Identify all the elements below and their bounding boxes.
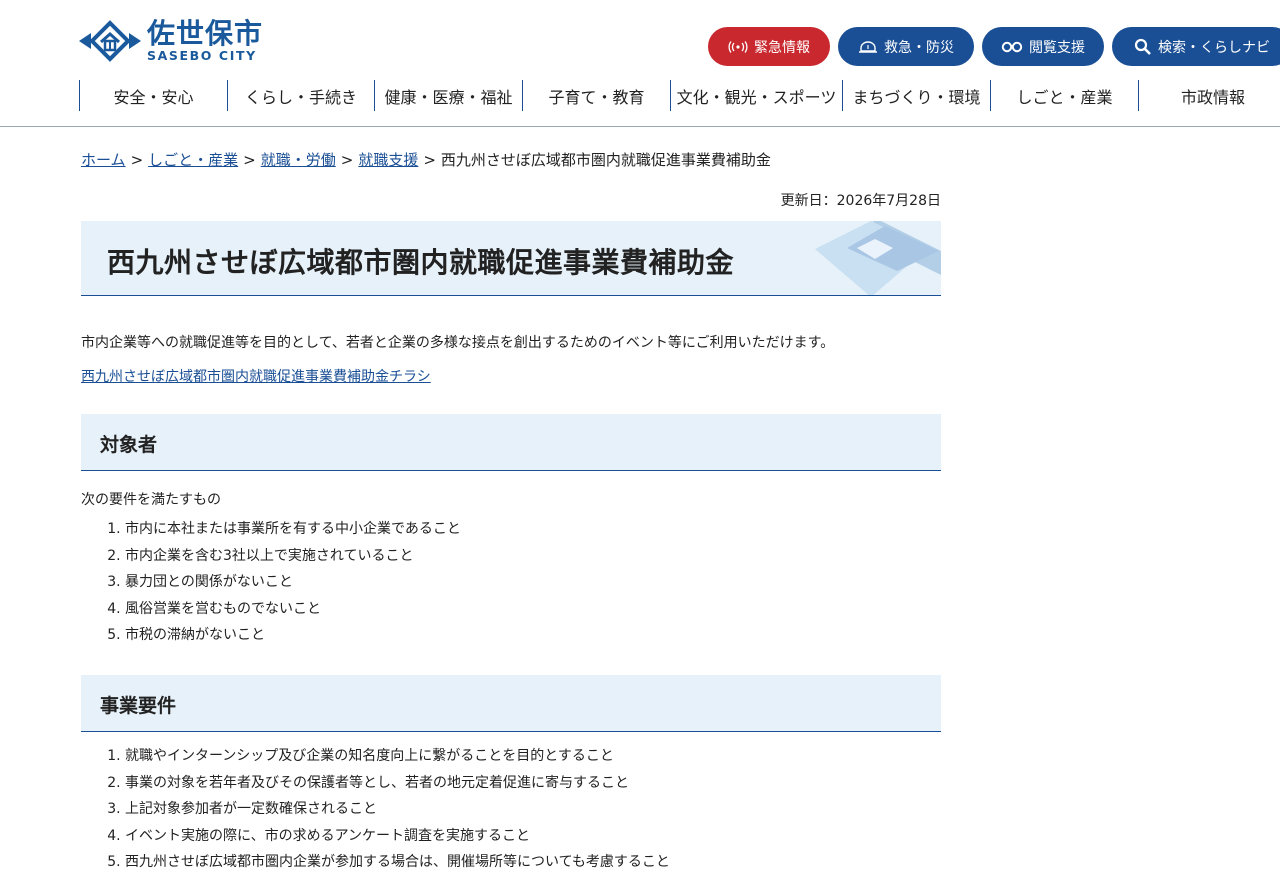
nav-item-culture[interactable]: 文化・観光・スポーツ bbox=[670, 80, 842, 111]
glasses-icon bbox=[1001, 41, 1023, 52]
global-navigation: 安全・安心 くらし・手続き 健康・医療・福祉 子育て・教育 文化・観光・スポーツ… bbox=[79, 80, 1280, 111]
site-logo[interactable]: 佐世保市 SASEBO CITY bbox=[77, 20, 263, 63]
list-item: イベント実施の際に、市の求めるアンケート調査を実施すること bbox=[125, 823, 670, 850]
logo-text: 佐世保市 SASEBO CITY bbox=[147, 20, 263, 63]
siren-icon bbox=[859, 40, 877, 53]
breadcrumb-job-support-link[interactable]: 就職支援 bbox=[358, 151, 418, 169]
list-item: 風俗営業を営むものでないこと bbox=[125, 596, 461, 623]
emergency-info-label: 緊急情報 bbox=[754, 39, 810, 56]
list-item: 就職やインターンシップ及び企業の知名度向上に繋がることを目的とすること bbox=[125, 743, 670, 770]
breadcrumb-work-link[interactable]: しごと・産業 bbox=[148, 151, 238, 169]
accessibility-support-button[interactable]: 閲覧支援 bbox=[982, 27, 1104, 66]
nav-item-city-admin[interactable]: 市政情報 bbox=[1138, 80, 1280, 111]
breadcrumb-separator: > bbox=[423, 151, 436, 169]
section-heading-target: 対象者 bbox=[100, 434, 158, 456]
breadcrumb-separator: > bbox=[243, 151, 256, 169]
emergency-disaster-label: 救急・防災 bbox=[884, 39, 954, 56]
list-item: 事業の対象を若年者及びその保護者等とし、若者の地元定着促進に寄与すること bbox=[125, 770, 670, 797]
list-item: 暴力団との関係がないこと bbox=[125, 569, 461, 596]
page-title-box: 西九州させぼ広域都市圏内就職促進事業費補助金 bbox=[81, 221, 941, 296]
breadcrumb-separator: > bbox=[340, 151, 354, 169]
nav-item-town[interactable]: まちづくり・環境 bbox=[842, 80, 990, 111]
section-heading-box: 対象者 bbox=[81, 414, 941, 471]
list-item: 西九州させぼ広域都市圏内企業が参加する場合は、開催場所等についても考慮すること bbox=[125, 849, 670, 876]
utility-buttons: 緊急情報 救急・防災 閲覧支援 検索・くらしナビ bbox=[708, 27, 1280, 66]
nav-item-childcare[interactable]: 子育て・教育 bbox=[522, 80, 670, 111]
target-intro-text: 次の要件を満たすもの bbox=[81, 492, 221, 508]
nav-item-safety[interactable]: 安全・安心 bbox=[79, 80, 227, 111]
logo-english-name: SASEBO CITY bbox=[147, 48, 257, 63]
nav-item-work[interactable]: しごと・産業 bbox=[990, 80, 1138, 111]
section-heading-requirements: 事業要件 bbox=[100, 695, 177, 717]
accessibility-support-label: 閲覧支援 bbox=[1029, 39, 1085, 56]
page-title: 西九州させぼ広域都市圏内就職促進事業費補助金 bbox=[107, 246, 735, 279]
search-icon bbox=[1134, 38, 1151, 55]
list-item: 市税の滞納がないこと bbox=[125, 622, 461, 649]
breadcrumb-employment-link[interactable]: 就職・労働 bbox=[261, 151, 336, 169]
business-requirements-list: 就職やインターンシップ及び企業の知名度向上に繋がることを目的とすること 事業の対… bbox=[81, 743, 670, 876]
emergency-info-button[interactable]: 緊急情報 bbox=[708, 27, 830, 66]
nav-item-health[interactable]: 健康・医療・福祉 bbox=[374, 80, 522, 111]
search-navi-button[interactable]: 検索・くらしナビ bbox=[1112, 27, 1280, 66]
breadcrumb-separator: > bbox=[130, 151, 144, 169]
city-emblem-icon bbox=[79, 20, 141, 63]
target-requirements-list: 市内に本社または事業所を有する中小企業であること 市内企業を含む3社以上で実施さ… bbox=[81, 516, 461, 649]
breadcrumb-home-link[interactable]: ホーム bbox=[81, 151, 126, 169]
updated-date: 更新日：2026年7月28日 bbox=[780, 193, 941, 209]
logo-japanese-name: 佐世保市 bbox=[147, 17, 264, 50]
breadcrumb: ホーム > しごと・産業 > 就職・労働 > 就職支援 > 西九州させぼ広域都市圏内就職促進事業… bbox=[81, 149, 771, 170]
nav-item-living[interactable]: くらし・手続き bbox=[227, 80, 374, 111]
decorative-diamond-icon bbox=[815, 221, 941, 295]
list-item: 市内に本社または事業所を有する中小企業であること bbox=[125, 516, 461, 543]
flyer-link[interactable]: 西九州させぼ広域都市圏内就職促進事業費補助金チラシ bbox=[81, 366, 431, 386]
list-item: 上記対象参加者が一定数確保されること bbox=[125, 796, 670, 823]
list-item: 市内企業を含む3社以上で実施されていること bbox=[125, 543, 461, 570]
section-heading-box: 事業要件 bbox=[81, 675, 941, 732]
search-navi-label: 検索・くらしナビ bbox=[1158, 39, 1270, 56]
emergency-disaster-button[interactable]: 救急・防災 bbox=[838, 27, 974, 66]
broadcast-icon bbox=[728, 40, 748, 53]
lead-text: 市内企業等への就職促進等を目的として、若者と企業の多様な接点を創出するためのイベ… bbox=[81, 335, 835, 351]
breadcrumb-current: 西九州させぼ広域都市圏内就職促進事業費補助金 bbox=[440, 151, 771, 169]
site-header: 佐世保市 SASEBO CITY 緊急情報 救急・防災 閲覧支援 検索・くらしナ… bbox=[0, 0, 1280, 127]
